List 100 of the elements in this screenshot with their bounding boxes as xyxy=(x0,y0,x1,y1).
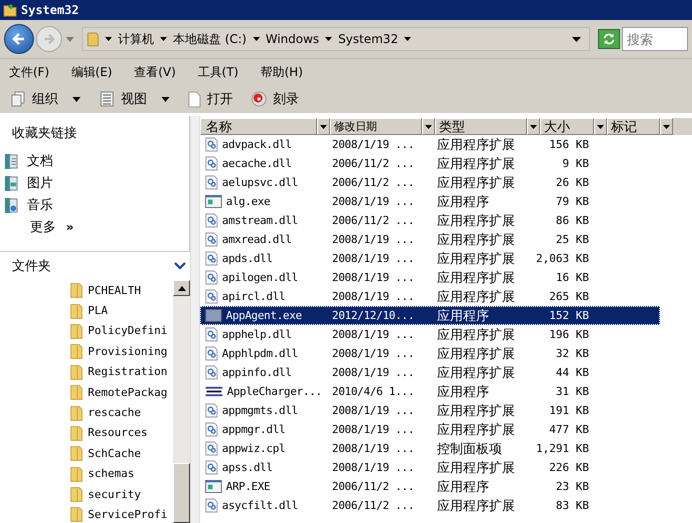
tree-item[interactable]: RemotePackag xyxy=(88,386,173,399)
folder-icon xyxy=(70,424,83,442)
date-cell-text: 2008/1/19 ... xyxy=(332,347,416,360)
date-cell-text: 2008/1/19 ... xyxy=(332,328,416,341)
file-name: advpack.dll xyxy=(222,138,292,151)
tree-item[interactable]: PolicyDefini xyxy=(88,324,173,338)
file-row[interactable]: alg.exe 2008/1/19 ... 应用程序 79 KB xyxy=(200,192,660,211)
file-name: Apphlpdm.dll xyxy=(222,347,298,360)
type-cell-text: 应用程序 xyxy=(437,194,490,210)
column-header[interactable]: 大小 xyxy=(540,118,594,135)
column-header[interactable]: 修改日期 xyxy=(330,118,422,135)
column-filter-button[interactable] xyxy=(594,118,607,135)
up-arrow-icon xyxy=(178,286,186,290)
breadcrumb[interactable]: 计算机 xyxy=(118,30,154,48)
menu-item[interactable]: 文件(F) xyxy=(9,64,50,80)
file-row[interactable]: amstream.dll 2006/11/2 ... 应用程序扩展 86 KB xyxy=(200,211,660,230)
scroll-up-button[interactable] xyxy=(173,280,190,296)
file-name: apircl.dll xyxy=(222,290,286,303)
chevron-icon[interactable]: » xyxy=(66,220,74,234)
gear-file-icon xyxy=(205,403,218,418)
file-row[interactable]: appinfo.dll 2008/1/19 ... 应用程序扩展 44 KB xyxy=(200,363,660,382)
tree-item[interactable]: rescache xyxy=(88,406,173,420)
refresh-button[interactable] xyxy=(598,29,620,49)
menu-item[interactable]: 工具(T) xyxy=(198,64,238,80)
breadcrumb[interactable]: 本地磁盘 (C:) xyxy=(173,30,247,48)
column-filter-button[interactable] xyxy=(422,118,435,135)
file-row[interactable]: apircl.dll 2008/1/19 ... 应用程序扩展 265 KB xyxy=(200,287,660,306)
toolbar-button[interactable]: 组织 xyxy=(10,90,81,108)
file-row[interactable]: appmgmts.dll 2008/1/19 ... 应用程序扩展 191 KB xyxy=(200,401,660,420)
date-cell-text: 2008/1/19 ... xyxy=(332,461,416,474)
tree-item[interactable]: security xyxy=(88,488,173,501)
caret-icon[interactable] xyxy=(404,37,412,41)
date-cell-text: 2008/1/19 ... xyxy=(332,252,416,265)
column-header[interactable]: 标记 xyxy=(607,118,660,135)
file-row[interactable]: appwiz.cpl 2008/1/19 ... 控制面板项 1,291 KB xyxy=(200,439,660,458)
toolbar-button[interactable]: 视图 xyxy=(99,90,170,108)
caret-icon[interactable] xyxy=(160,37,167,41)
tree-item[interactable]: PLA xyxy=(88,304,173,318)
back-button[interactable] xyxy=(4,24,34,54)
scrollbar[interactable] xyxy=(173,280,190,523)
column-filter-button[interactable] xyxy=(527,118,540,135)
file-row[interactable]: AppleCharger... 2010/4/6 1... 应用程序 31 KB xyxy=(200,382,660,401)
type-cell-text: 应用程序扩展 xyxy=(437,346,516,362)
tree-item[interactable]: Provisioning xyxy=(88,344,173,358)
folder-icon xyxy=(70,505,83,523)
size-cell-text: 86 KB xyxy=(554,214,589,227)
chevron-down-icon[interactable] xyxy=(174,262,186,270)
menu-item[interactable]: 编辑(E) xyxy=(71,64,112,80)
tree-item[interactable]: PCHEALTH xyxy=(88,284,173,297)
file-row[interactable]: aelupsvc.dll 2006/11/2 ... 应用程序扩展 26 KB xyxy=(200,173,660,192)
scroll-thumb[interactable] xyxy=(173,463,190,523)
file-name: appwiz.cpl xyxy=(222,442,286,455)
file-row[interactable]: apphelp.dll 2008/1/19 ... 应用程序扩展 196 KB xyxy=(200,325,660,344)
breadcrumb[interactable]: Windows xyxy=(266,32,320,46)
file-row[interactable]: AppAgent.exe 2012/12/10... 应用程序 152 KB xyxy=(200,306,660,325)
size-cell-text: 83 KB xyxy=(554,499,589,512)
favorite-link[interactable]: 音乐 xyxy=(27,196,53,214)
file-row[interactable]: advpack.dll 2008/1/19 ... 应用程序扩展 156 KB xyxy=(200,135,660,154)
tree-item[interactable]: Registration xyxy=(88,365,173,378)
tree-item[interactable]: schemas xyxy=(88,467,173,480)
search-field[interactable]: 搜索 xyxy=(622,27,688,51)
dropdown-caret-icon[interactable] xyxy=(572,36,581,42)
column-header[interactable]: 名称 xyxy=(200,118,317,135)
section-title: 文件夹 xyxy=(12,258,51,275)
size-cell-text: 9 KB xyxy=(562,157,589,170)
caret-icon xyxy=(72,96,81,102)
more-link[interactable]: 更多 xyxy=(30,218,56,236)
size-cell-text: 32 KB xyxy=(554,347,589,360)
menu-item[interactable]: 帮助(H) xyxy=(260,64,303,80)
caret-icon xyxy=(320,124,327,128)
file-row[interactable]: aecache.dll 2006/11/2 ... 应用程序扩展 9 KB xyxy=(200,154,660,173)
file-row[interactable]: ARP.EXE 2006/11/2 ... 应用程序 23 KB xyxy=(200,477,660,496)
file-row[interactable]: apds.dll 2008/1/19 ... 应用程序扩展 2,063 KB xyxy=(200,249,660,268)
address-bar[interactable]: 计算机 本地磁盘 (C:) Windows System32 xyxy=(82,27,590,51)
disc-icon xyxy=(251,91,267,107)
caret-icon xyxy=(597,124,604,128)
favorite-link[interactable]: 文档 xyxy=(27,152,53,170)
toolbar-button[interactable]: 刻录 xyxy=(251,90,299,108)
favorite-link[interactable]: 图片 xyxy=(27,174,53,192)
back-arrow-icon xyxy=(11,31,27,47)
date-cell-text: 2008/1/19 ... xyxy=(332,138,416,151)
caret-icon[interactable] xyxy=(325,37,332,41)
file-row[interactable]: asycfilt.dll 2006/11/2 ... 应用程序扩展 83 KB xyxy=(200,496,660,515)
tree-item[interactable]: ServiceProfi xyxy=(88,508,173,521)
file-row[interactable]: Apphlpdm.dll 2008/1/19 ... 应用程序扩展 32 KB xyxy=(200,344,660,363)
caret-icon[interactable] xyxy=(105,37,112,41)
size-cell-text: 26 KB xyxy=(554,176,589,189)
column-filter-button[interactable] xyxy=(317,118,330,135)
file-row[interactable]: amxread.dll 2008/1/19 ... 应用程序扩展 25 KB xyxy=(200,230,660,249)
column-filter-button[interactable] xyxy=(660,118,673,135)
file-row[interactable]: apss.dll 2008/1/19 ... 应用程序扩展 226 KB xyxy=(200,458,660,477)
file-row[interactable]: appmgr.dll 2008/1/19 ... 应用程序扩展 477 KB xyxy=(200,420,660,439)
toolbar-button[interactable]: 打开 xyxy=(188,90,233,108)
breadcrumb[interactable]: System32 xyxy=(338,32,398,46)
file-row[interactable]: apilogen.dll 2008/1/19 ... 应用程序扩展 16 KB xyxy=(200,268,660,287)
column-header[interactable]: 类型 xyxy=(435,118,527,135)
tree-item[interactable]: SchCache xyxy=(88,446,173,460)
menu-item[interactable]: 查看(V) xyxy=(134,64,176,80)
caret-icon[interactable] xyxy=(252,37,260,41)
tree-item[interactable]: Resources xyxy=(88,426,173,440)
